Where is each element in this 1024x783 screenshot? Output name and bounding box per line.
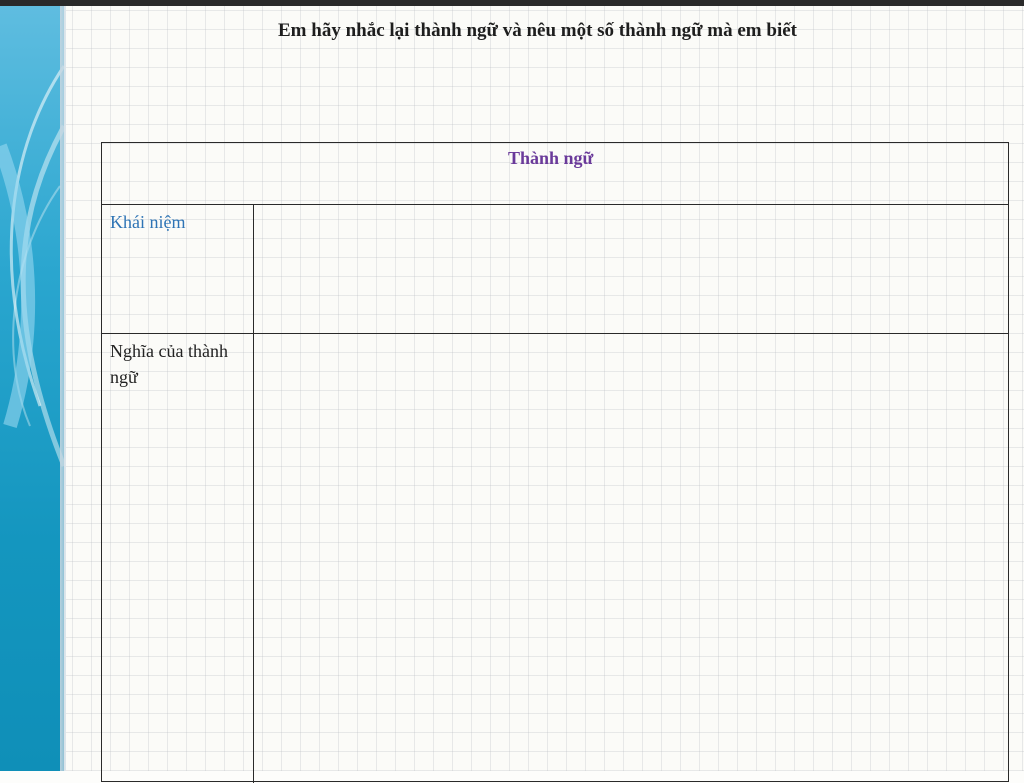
idiom-table: Thành ngữ Khái niệm Nghĩa của thành ngữ (101, 142, 1009, 783)
concept-label: Khái niệm (102, 205, 254, 333)
table-row-concept: Khái niệm (102, 205, 1008, 334)
decorative-side-panel (0, 6, 64, 771)
concept-value-cell[interactable] (254, 205, 1008, 333)
table-header-label: Thành ngữ (508, 148, 594, 168)
table-row-meaning: Nghĩa của thành ngữ (102, 334, 1008, 783)
table-header-row: Thành ngữ (102, 143, 1008, 205)
meaning-value-cell[interactable] (254, 334, 1008, 783)
page-title: Em hãy nhắc lại thành ngữ và nêu một số … (278, 20, 797, 41)
meaning-label: Nghĩa của thành ngữ (102, 334, 254, 783)
decorative-swirl-graphic (0, 65, 64, 467)
